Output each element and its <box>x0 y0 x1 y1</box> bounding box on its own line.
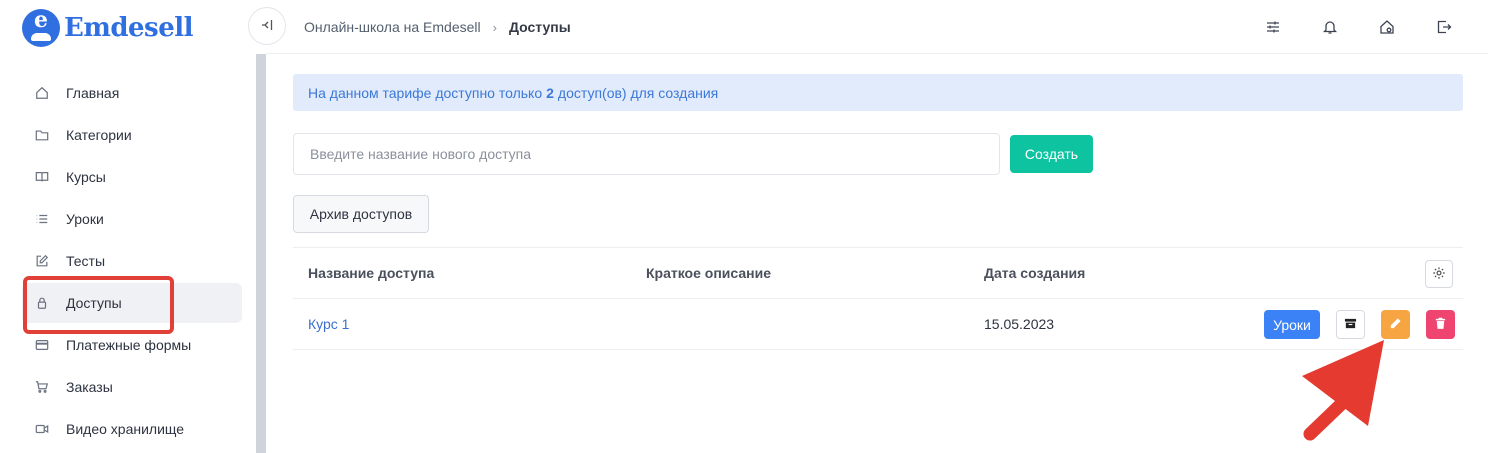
sidebar-item-access[interactable]: Доступы <box>22 283 242 323</box>
sidebar-item-label: Категории <box>66 127 132 143</box>
edit-icon <box>34 253 50 269</box>
sidebar-item-video-storage[interactable]: Видео хранилище <box>22 409 242 449</box>
create-access-button[interactable]: Создать <box>1010 135 1093 173</box>
sidebar-item-label: Главная <box>66 85 120 101</box>
archive-row-button[interactable] <box>1336 310 1365 339</box>
list-icon <box>34 211 50 227</box>
collapse-left-icon <box>261 19 273 34</box>
trash-icon <box>1434 317 1447 333</box>
table-row: Курс 1 15.05.2023 Уроки <box>293 299 1463 350</box>
brand-logo[interactable]: e Emdesell <box>22 8 193 48</box>
logout-icon[interactable] <box>1434 17 1454 37</box>
sidebar-item-label: Курсы <box>66 169 106 185</box>
lock-icon <box>34 295 50 311</box>
breadcrumb: Онлайн-школа на Emdesell › Доступы <box>304 19 571 35</box>
access-name-link[interactable]: Курс 1 <box>308 316 349 332</box>
sidebar-item-label: Заказы <box>66 379 113 395</box>
pencil-icon <box>1389 317 1402 333</box>
credit-card-icon <box>34 337 50 353</box>
table-settings-button[interactable] <box>1425 260 1453 288</box>
gear-icon <box>1432 266 1446 283</box>
sidebar-item-payment-forms[interactable]: Платежные формы <box>22 325 242 365</box>
sidebar-item-label: Тесты <box>66 253 106 269</box>
sidebar: e Emdesell Главная Категории Курсы Уроки… <box>0 0 258 453</box>
access-limit-count: 2 <box>546 84 554 101</box>
column-header-date[interactable]: Дата создания <box>984 265 1085 281</box>
logo-mark-icon: e <box>22 9 60 47</box>
table-header: Название доступа Краткое описание Дата с… <box>293 248 1463 299</box>
home-settings-icon[interactable] <box>1377 17 1397 37</box>
brand-name: Emdesell <box>64 13 193 43</box>
top-header: Онлайн-школа на Emdesell › Доступы <box>248 0 1488 54</box>
header-actions <box>1226 17 1454 37</box>
video-icon <box>34 421 50 437</box>
tariff-limit-alert: На данном тарифе доступно только 2 досту… <box>293 74 1463 111</box>
sidebar-item-label: Платежные формы <box>66 337 192 353</box>
edit-row-button[interactable] <box>1381 310 1410 339</box>
sidebar-item-label: Уроки <box>66 211 104 227</box>
sidebar-item-courses[interactable]: Курсы <box>22 157 242 197</box>
app-root: e Emdesell Главная Категории Курсы Уроки… <box>0 0 1488 453</box>
breadcrumb-parent[interactable]: Онлайн-школа на Emdesell <box>304 19 481 35</box>
sidebar-item-lessons[interactable]: Уроки <box>22 199 242 239</box>
sidebar-collapse-button[interactable] <box>248 7 286 45</box>
access-archive-button[interactable]: Архив доступов <box>293 195 429 233</box>
access-created-date: 15.05.2023 <box>984 316 1055 332</box>
chevron-right-icon: › <box>492 19 497 35</box>
create-access-form: Создать <box>293 133 1093 175</box>
sidebar-nav: Главная Категории Курсы Уроки Тесты Дост… <box>22 73 242 451</box>
sidebar-item-orders[interactable]: Заказы <box>22 367 242 407</box>
sidebar-item-tests[interactable]: Тесты <box>22 241 242 281</box>
sidebar-item-label: Видео хранилище <box>66 421 185 437</box>
bell-icon[interactable] <box>1320 17 1340 37</box>
annotation-arrow-icon <box>1302 340 1384 441</box>
access-table: Название доступа Краткое описание Дата с… <box>293 247 1463 350</box>
breadcrumb-current: Доступы <box>508 19 571 35</box>
sidebar-item-label: Доступы <box>66 295 122 311</box>
sidebar-scrollbar[interactable] <box>256 54 266 453</box>
row-actions: Уроки <box>1264 310 1455 339</box>
main-content: На данном тарифе доступно только 2 досту… <box>293 74 1463 350</box>
sidebar-item-categories[interactable]: Категории <box>22 115 242 155</box>
column-header-name[interactable]: Название доступа <box>308 265 434 281</box>
home-icon <box>34 85 50 101</box>
column-header-description[interactable]: Краткое описание <box>646 265 771 281</box>
cart-icon <box>34 379 50 395</box>
sliders-icon[interactable] <box>1263 17 1283 37</box>
book-icon <box>34 169 50 185</box>
sidebar-item-home[interactable]: Главная <box>22 73 242 113</box>
archive-box-icon <box>1344 317 1357 333</box>
folder-icon <box>34 127 50 143</box>
delete-row-button[interactable] <box>1426 310 1455 339</box>
lessons-button[interactable]: Уроки <box>1264 310 1320 339</box>
new-access-name-input[interactable] <box>293 133 1000 175</box>
